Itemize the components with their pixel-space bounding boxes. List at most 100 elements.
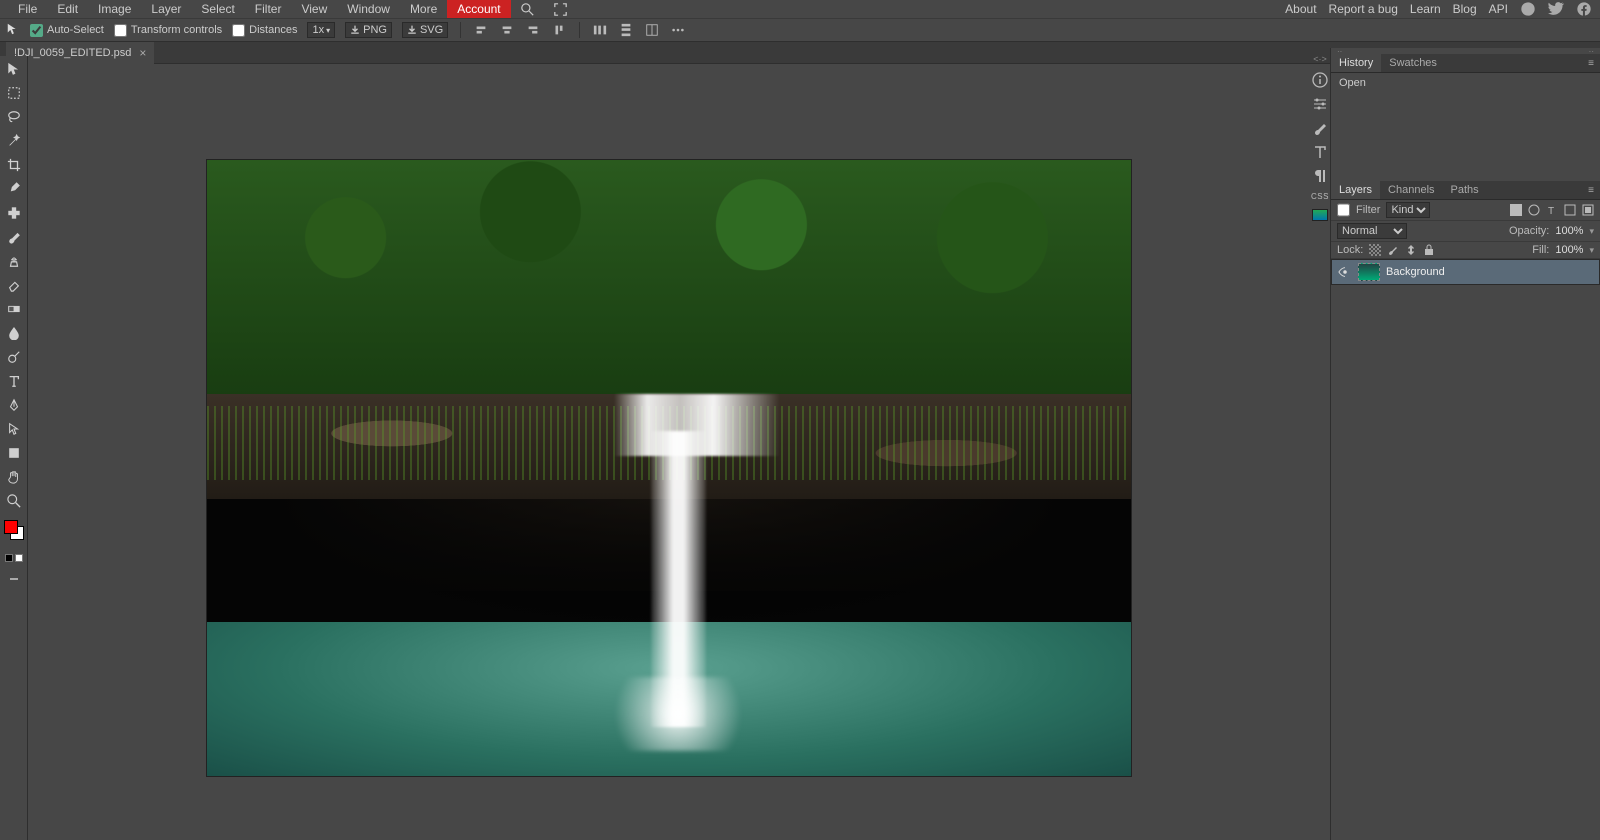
toolbar-collapse-icon[interactable] bbox=[10, 578, 18, 580]
menu-view[interactable]: View bbox=[291, 0, 337, 18]
menu-more[interactable]: More bbox=[400, 0, 447, 18]
fill-value[interactable]: 100% bbox=[1555, 244, 1583, 256]
crop-tool[interactable] bbox=[3, 156, 25, 174]
layers-panel-menu-icon[interactable]: ≡ bbox=[1582, 185, 1600, 196]
export-png-button[interactable]: PNG bbox=[345, 22, 392, 38]
filter-pixel-icon[interactable] bbox=[1510, 204, 1522, 216]
menu-search-icon[interactable] bbox=[511, 0, 544, 18]
paragraph-panel-icon[interactable] bbox=[1312, 168, 1328, 184]
eyedropper-tool[interactable] bbox=[3, 180, 25, 198]
transform-controls-checkbox[interactable]: Transform controls bbox=[114, 24, 222, 37]
navigator-thumb-icon[interactable] bbox=[1312, 209, 1328, 221]
align-left-icon[interactable] bbox=[473, 22, 489, 38]
filter-adjust-icon[interactable] bbox=[1528, 204, 1540, 216]
right-icon-strip: <·> CSS bbox=[1310, 48, 1330, 221]
auto-select-checkbox[interactable]: Auto-Select bbox=[30, 24, 104, 37]
color-swatches[interactable] bbox=[4, 520, 24, 540]
zoom-tool[interactable] bbox=[3, 492, 25, 510]
options-overflow-icon[interactable] bbox=[670, 22, 686, 38]
menu-fullscreen-icon[interactable] bbox=[544, 0, 577, 18]
healing-tool[interactable] bbox=[3, 204, 25, 222]
lock-image-icon[interactable] bbox=[1387, 244, 1399, 256]
path-select-tool[interactable] bbox=[3, 420, 25, 438]
layers-kind-select[interactable]: Kind bbox=[1386, 202, 1430, 218]
more-align-icon[interactable] bbox=[644, 22, 660, 38]
distribute-h-icon[interactable] bbox=[592, 22, 608, 38]
layer-visibility-icon[interactable] bbox=[1338, 265, 1352, 279]
lock-transparent-icon[interactable] bbox=[1369, 244, 1381, 256]
link-learn[interactable]: Learn bbox=[1410, 2, 1441, 16]
tab-layers[interactable]: Layers bbox=[1331, 181, 1380, 199]
gradient-tool[interactable] bbox=[3, 300, 25, 318]
menu-layer[interactable]: Layer bbox=[141, 0, 191, 18]
tab-paths[interactable]: Paths bbox=[1443, 181, 1487, 199]
filter-type-icon[interactable]: T bbox=[1546, 204, 1558, 216]
lock-all-icon[interactable] bbox=[1423, 244, 1435, 256]
eraser-tool[interactable] bbox=[3, 276, 25, 294]
layer-name[interactable]: Background bbox=[1386, 266, 1445, 278]
distances-checkbox[interactable]: Distances bbox=[232, 24, 297, 37]
brush-tool[interactable] bbox=[3, 228, 25, 246]
link-api[interactable]: API bbox=[1489, 2, 1508, 16]
tab-close-icon[interactable]: × bbox=[139, 46, 146, 60]
tab-swatches[interactable]: Swatches bbox=[1381, 54, 1445, 72]
filter-shape-icon[interactable] bbox=[1564, 204, 1576, 216]
menu-window[interactable]: Window bbox=[337, 0, 400, 18]
filter-smart-icon[interactable] bbox=[1582, 204, 1594, 216]
opacity-value[interactable]: 100% bbox=[1555, 225, 1583, 237]
link-report-bug[interactable]: Report a bug bbox=[1329, 2, 1398, 16]
fill-label: Fill: bbox=[1532, 244, 1549, 256]
align-right-icon[interactable] bbox=[525, 22, 541, 38]
type-tool[interactable] bbox=[3, 372, 25, 390]
options-bar: Auto-Select Transform controls Distances… bbox=[0, 18, 1600, 42]
link-blog[interactable]: Blog bbox=[1453, 2, 1477, 16]
default-colors-icon[interactable] bbox=[5, 554, 23, 564]
zoom-selector[interactable]: 1x▾ bbox=[307, 22, 335, 38]
dodge-tool[interactable] bbox=[3, 348, 25, 366]
move-tool[interactable] bbox=[3, 60, 25, 78]
strip-expand-icon[interactable]: <·> bbox=[1313, 54, 1327, 64]
marquee-tool[interactable] bbox=[3, 84, 25, 102]
shape-tool[interactable] bbox=[3, 444, 25, 462]
clone-tool[interactable] bbox=[3, 252, 25, 270]
hand-tool[interactable] bbox=[3, 468, 25, 486]
history-panel-menu-icon[interactable]: ≡ bbox=[1582, 58, 1600, 69]
align-center-h-icon[interactable] bbox=[499, 22, 515, 38]
opacity-dropdown-icon[interactable]: ▾ bbox=[1589, 226, 1594, 237]
lasso-tool[interactable] bbox=[3, 108, 25, 126]
adjustments-icon[interactable] bbox=[1312, 96, 1328, 112]
character-panel-icon[interactable] bbox=[1312, 144, 1328, 160]
document-tab[interactable]: !DJI_0059_EDITED.psd × bbox=[6, 42, 154, 64]
menu-account[interactable]: Account bbox=[447, 0, 510, 18]
layers-panel-body: Filter Kind T Normal Opacity: 100% ▾ Loc… bbox=[1331, 200, 1600, 840]
menu-select[interactable]: Select bbox=[191, 0, 244, 18]
info-icon[interactable] bbox=[1312, 72, 1328, 88]
menu-file[interactable]: File bbox=[8, 0, 47, 18]
blur-tool[interactable] bbox=[3, 324, 25, 342]
layers-filter-toggle[interactable] bbox=[1337, 202, 1350, 218]
wand-tool[interactable] bbox=[3, 132, 25, 150]
tab-history[interactable]: History bbox=[1331, 54, 1381, 72]
history-entry[interactable]: Open bbox=[1339, 77, 1592, 89]
menu-edit[interactable]: Edit bbox=[47, 0, 88, 18]
export-svg-button[interactable]: SVG bbox=[402, 22, 448, 38]
tab-channels[interactable]: Channels bbox=[1380, 181, 1442, 199]
canvas-area[interactable] bbox=[28, 64, 1310, 840]
css-panel-icon[interactable]: CSS bbox=[1311, 192, 1329, 201]
layer-row-background[interactable]: Background bbox=[1331, 259, 1600, 285]
image-canvas[interactable] bbox=[207, 160, 1131, 776]
blend-mode-select[interactable]: Normal bbox=[1337, 223, 1407, 239]
lock-position-icon[interactable] bbox=[1405, 244, 1417, 256]
reddit-icon[interactable] bbox=[1520, 1, 1536, 17]
facebook-icon[interactable] bbox=[1576, 1, 1592, 17]
brush-panel-icon[interactable] bbox=[1312, 120, 1328, 136]
link-about[interactable]: About bbox=[1285, 2, 1316, 16]
menu-filter[interactable]: Filter bbox=[245, 0, 292, 18]
distribute-v-icon[interactable] bbox=[618, 22, 634, 38]
document-tab-label: !DJI_0059_EDITED.psd bbox=[14, 47, 131, 59]
align-top-icon[interactable] bbox=[551, 22, 567, 38]
twitter-icon[interactable] bbox=[1548, 1, 1564, 17]
menu-image[interactable]: Image bbox=[88, 0, 141, 18]
fill-dropdown-icon[interactable]: ▾ bbox=[1589, 245, 1594, 256]
pen-tool[interactable] bbox=[3, 396, 25, 414]
